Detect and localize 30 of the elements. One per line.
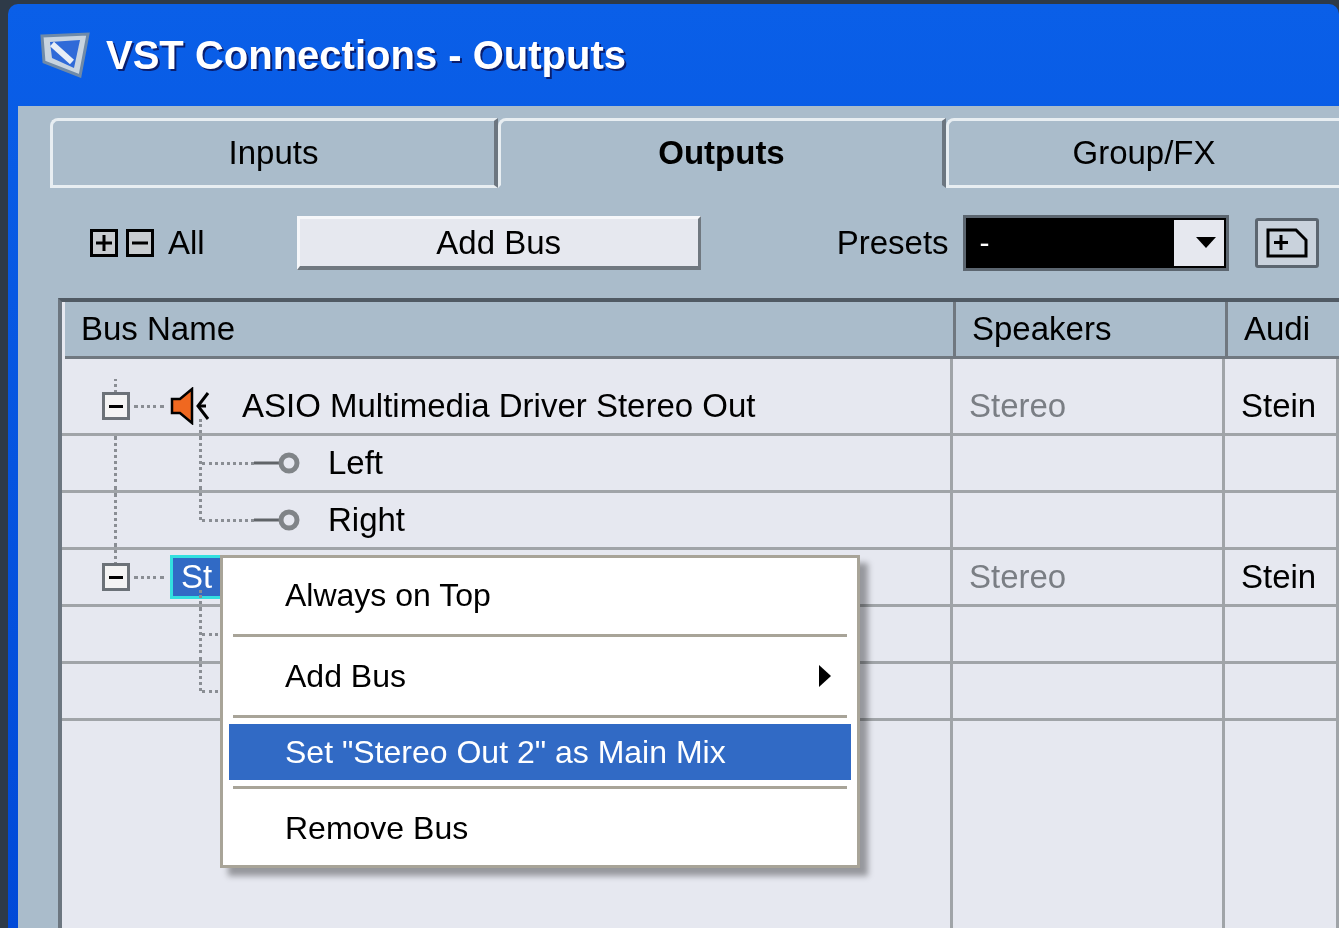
menu-item[interactable]: Remove Bus xyxy=(229,795,851,861)
column-header[interactable]: Speakers xyxy=(953,302,1225,356)
presets-dropdown[interactable]: - xyxy=(962,215,1229,271)
tab[interactable]: Inputs xyxy=(50,118,498,188)
table-cell: Stein xyxy=(1241,387,1317,425)
window-title: VST Connections - Outputs xyxy=(106,32,626,78)
collapse-toggle-icon[interactable] xyxy=(102,563,130,591)
collapse-all-icon[interactable] xyxy=(126,229,154,257)
menu-item[interactable]: Always on Top xyxy=(229,562,851,628)
collapse-toggle-icon[interactable] xyxy=(102,392,130,420)
channel-name[interactable]: Left xyxy=(328,444,384,482)
column-header[interactable]: Audi xyxy=(1225,302,1339,356)
dropdown-caret-icon xyxy=(1195,237,1216,249)
expand-all-icon[interactable] xyxy=(90,229,118,257)
app-logo-icon xyxy=(40,32,90,78)
presets-label: Presets xyxy=(836,224,949,262)
table-cell: Stein xyxy=(1241,558,1317,596)
channel-name[interactable]: Right xyxy=(328,501,406,539)
add-bus-button[interactable]: Add Bus xyxy=(296,216,701,270)
menu-item[interactable]: Set "Stereo Out 2" as Main Mix xyxy=(229,724,851,780)
column-header[interactable]: Bus Name xyxy=(65,302,953,356)
page-plus-icon xyxy=(1265,228,1308,258)
tab[interactable]: Outputs xyxy=(498,118,946,188)
bus-name[interactable]: ASIO Multimedia Driver Stereo Out xyxy=(234,385,764,427)
menu-item[interactable]: Add Bus xyxy=(229,643,851,709)
add-preset-button[interactable] xyxy=(1254,218,1319,268)
all-label: All xyxy=(168,224,205,262)
speakers-cell: Stereo xyxy=(969,387,1067,425)
tab[interactable]: Group/FX xyxy=(946,118,1339,188)
speakers-cell: Stereo xyxy=(969,558,1067,596)
